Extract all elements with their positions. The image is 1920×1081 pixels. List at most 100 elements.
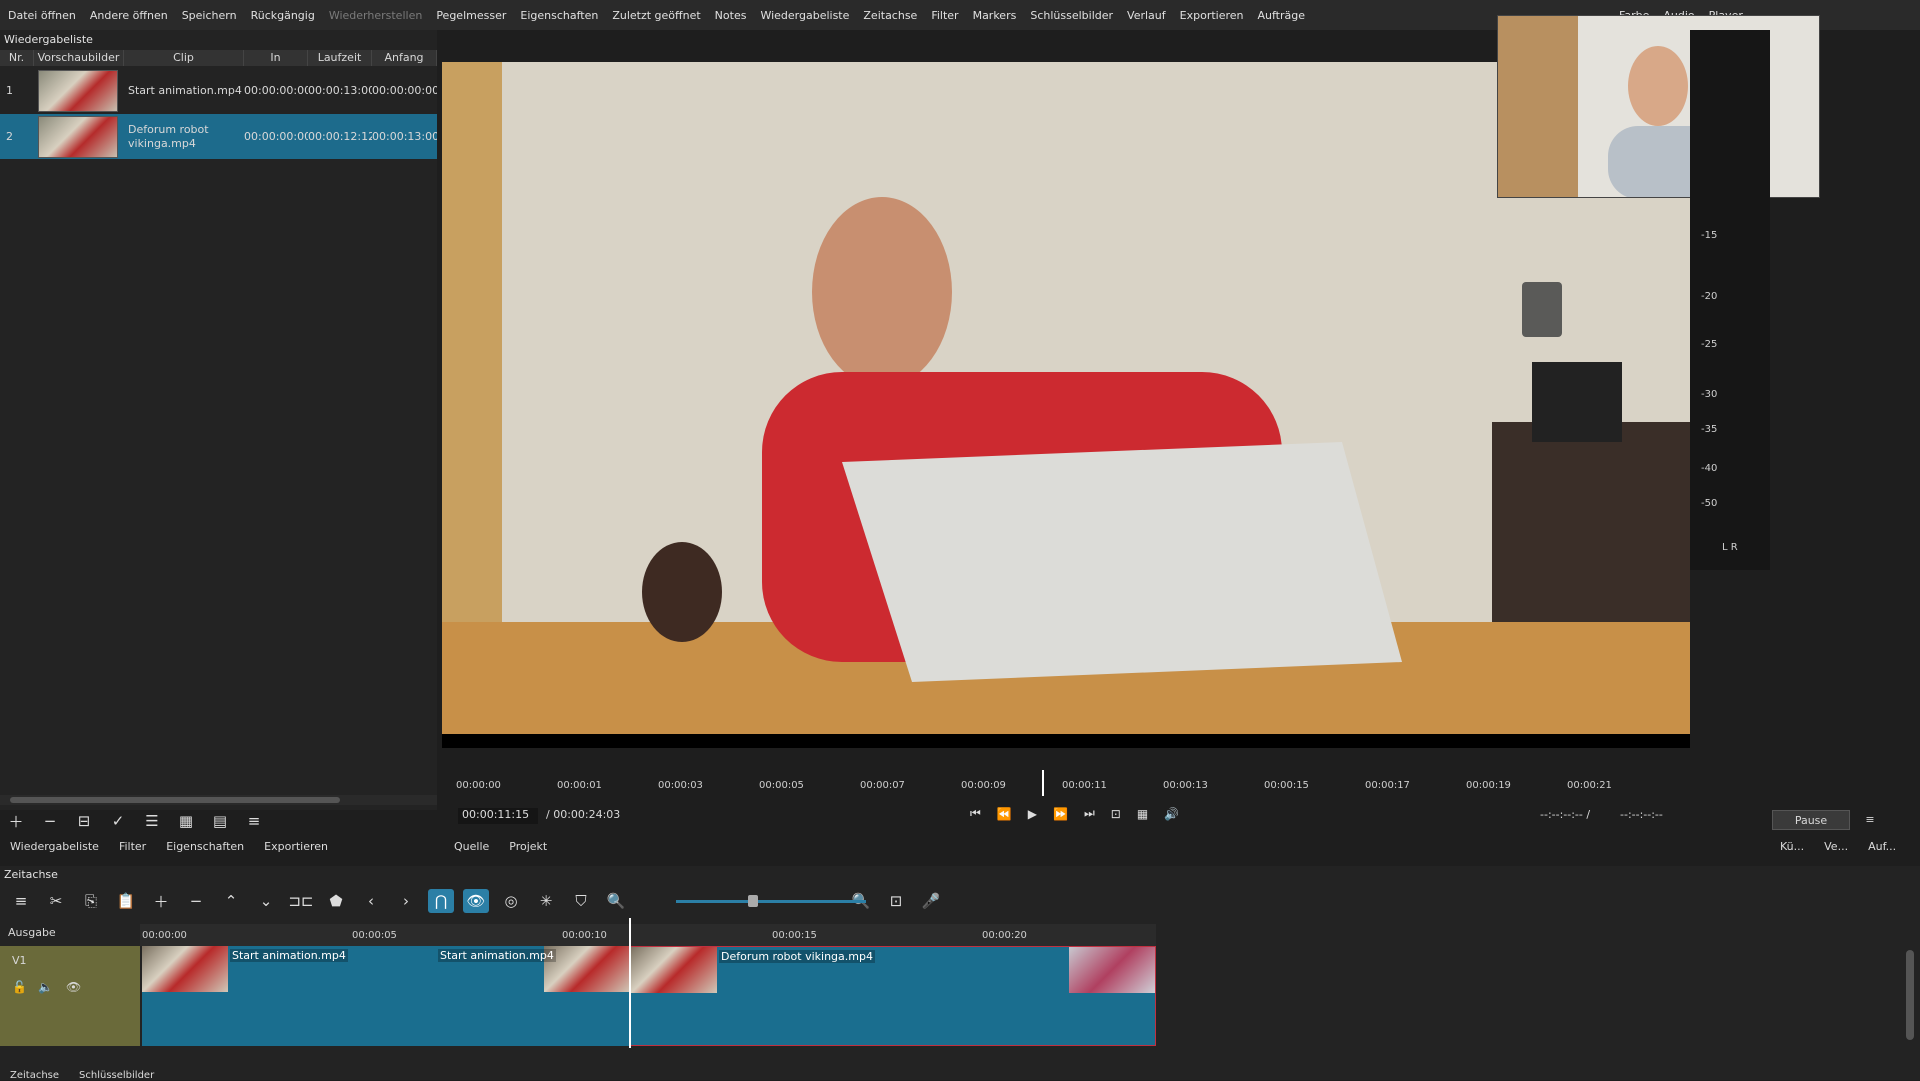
track-header-v1[interactable]: V1 🔓 🔈 👁 (0, 946, 140, 1046)
snap-icon[interactable]: ⋂ (428, 889, 454, 913)
paste-icon[interactable]: 📋 (113, 889, 139, 913)
menu-icon[interactable]: ≡ (1858, 810, 1882, 830)
menu-open-file[interactable]: Datei öffnen (8, 9, 76, 22)
update-icon[interactable]: ⊟ (72, 811, 96, 831)
menu-export[interactable]: Exportieren (1180, 9, 1244, 22)
skip-end-icon[interactable]: ⏭ (1084, 806, 1095, 821)
col-start[interactable]: Anfang (372, 50, 437, 66)
player-playhead[interactable] (1042, 770, 1044, 796)
zoom-slider[interactable] (676, 895, 866, 907)
ripple-all-icon[interactable]: ✳ (533, 889, 559, 913)
ripple-icon[interactable]: ◎ (498, 889, 524, 913)
menu-open-other[interactable]: Andere öffnen (90, 9, 168, 22)
tab-short[interactable]: Kü... (1780, 840, 1804, 853)
skip-start-icon[interactable]: ⏮ (970, 806, 981, 821)
tl-ruler-label: 00:00:00 (142, 930, 187, 941)
zoom-out-icon[interactable]: 🔍 (603, 889, 629, 913)
add-icon[interactable]: ＋ (4, 811, 28, 831)
ruler-label: 00:00:17 (1365, 780, 1410, 791)
append-icon[interactable]: ＋ (148, 889, 174, 913)
copy-icon[interactable]: ⎘ (78, 889, 104, 913)
timeline-clip[interactable]: Deforum robot vikinga.mp4 (630, 946, 1156, 1046)
overwrite-icon[interactable]: ⌄ (253, 889, 279, 913)
scrub-icon[interactable]: 👁 (463, 889, 489, 913)
menu-redo[interactable]: Wiederherstellen (329, 9, 422, 22)
timeline-playhead[interactable] (629, 918, 631, 1048)
zoom-slider-handle[interactable] (748, 895, 758, 907)
pause-button[interactable]: Pause (1772, 810, 1850, 830)
grid-icon[interactable]: ▦ (1137, 807, 1148, 821)
lock-icon[interactable]: 🔓 (12, 980, 27, 994)
table-row[interactable]: 1 Start animation.mp4 00:00:00:00 00:00:… (0, 68, 437, 113)
menu-playlist[interactable]: Wiedergabeliste (760, 9, 849, 22)
ruler-label: 00:00:13 (1163, 780, 1208, 791)
ruler-label: 00:00:03 (658, 780, 703, 791)
tab-project[interactable]: Projekt (509, 840, 547, 853)
split-icon[interactable]: ⊐⊏ (288, 889, 314, 913)
check-icon[interactable]: ✓ (106, 811, 130, 831)
lift-icon[interactable]: ⌃ (218, 889, 244, 913)
menu-jobs[interactable]: Aufträge (1258, 9, 1306, 22)
current-time-field[interactable]: 00:00:11:15 (458, 808, 538, 824)
menu-recent[interactable]: Zuletzt geöffnet (612, 9, 700, 22)
timeline-vscrollbar[interactable] (1906, 950, 1914, 1040)
grid-view-icon[interactable]: ▦ (174, 811, 198, 831)
tab-history[interactable]: Ve... (1824, 840, 1848, 853)
tab-keyframes[interactable]: Schlüsselbilder (79, 1070, 154, 1081)
tab-jobs[interactable]: Auf... (1868, 840, 1896, 853)
row-thumbnail (34, 115, 124, 158)
tab-timeline[interactable]: Zeitachse (10, 1070, 59, 1081)
timeline-clip[interactable]: Start animation.mp4 Start animation.mp4 (142, 946, 630, 1046)
volume-icon[interactable]: 🔊 (1164, 807, 1179, 821)
mute-icon[interactable]: 🔈 (38, 980, 53, 994)
col-nr[interactable]: Nr. (0, 50, 34, 66)
cut-icon[interactable]: ✂ (43, 889, 69, 913)
scrollbar-thumb[interactable] (10, 797, 340, 803)
menu-history[interactable]: Verlauf (1127, 9, 1166, 22)
col-clip[interactable]: Clip (124, 50, 244, 66)
menu-save[interactable]: Speichern (182, 9, 237, 22)
out-point: --:--:--:-- (1620, 808, 1663, 821)
record-audio-icon[interactable]: 🎤 (918, 889, 944, 913)
marker-icon[interactable]: ⬟ (323, 889, 349, 913)
timeline-ruler[interactable]: 00:00:00 00:00:05 00:00:10 00:00:15 00:0… (140, 924, 1156, 946)
next-marker-icon[interactable]: › (393, 889, 419, 913)
play-icon[interactable]: ▶ (1028, 807, 1037, 821)
tab-source[interactable]: Quelle (454, 840, 489, 853)
menu-icon[interactable]: ≡ (242, 811, 266, 831)
menu-properties[interactable]: Eigenschaften (520, 9, 598, 22)
menu-filter[interactable]: Filter (931, 9, 958, 22)
menu-icon[interactable]: ≡ (8, 889, 34, 913)
zoom-fit-icon[interactable]: ⊡ (883, 889, 909, 913)
tab-export[interactable]: Exportieren (264, 840, 328, 853)
clip-thumbnail (142, 946, 228, 992)
remove-icon[interactable]: − (38, 811, 62, 831)
menu-notes[interactable]: Notes (715, 9, 747, 22)
col-thumbnails[interactable]: Vorschaubilder (34, 50, 124, 66)
forward-icon[interactable]: ⏩ (1053, 807, 1068, 821)
tab-properties[interactable]: Eigenschaften (166, 840, 244, 853)
ripple-markers-icon[interactable]: ⛉ (568, 889, 594, 913)
detail-view-icon[interactable]: ▤ (208, 811, 232, 831)
eye-icon[interactable]: 👁 (66, 980, 81, 994)
col-duration[interactable]: Laufzeit (308, 50, 372, 66)
rewind-icon[interactable]: ⏪ (997, 807, 1012, 821)
menu-peak-meter[interactable]: Pegelmesser (436, 9, 506, 22)
menu-timeline[interactable]: Zeitachse (863, 9, 917, 22)
list-view-icon[interactable]: ☰ (140, 811, 164, 831)
menu-undo[interactable]: Rückgängig (251, 9, 315, 22)
menu-markers[interactable]: Markers (973, 9, 1017, 22)
prev-marker-icon[interactable]: ‹ (358, 889, 384, 913)
zoom-fit-icon[interactable]: ⊡ (1111, 807, 1121, 821)
playlist-hscrollbar[interactable] (0, 795, 437, 805)
tl-ruler-label: 00:00:15 (772, 930, 817, 941)
table-row[interactable]: 2 Deforum robot vikinga.mp4 00:00:00:00 … (0, 114, 437, 159)
remove-icon[interactable]: − (183, 889, 209, 913)
tab-playlist[interactable]: Wiedergabeliste (10, 840, 99, 853)
ruler-label: 00:00:07 (860, 780, 905, 791)
tab-filter[interactable]: Filter (119, 840, 146, 853)
menu-keyframes[interactable]: Schlüsselbilder (1030, 9, 1113, 22)
meter-label: -15 (1701, 230, 1718, 241)
col-in[interactable]: In (244, 50, 308, 66)
player-ruler[interactable]: 00:00:00 00:00:01 00:00:03 00:00:05 00:0… (452, 770, 1672, 796)
